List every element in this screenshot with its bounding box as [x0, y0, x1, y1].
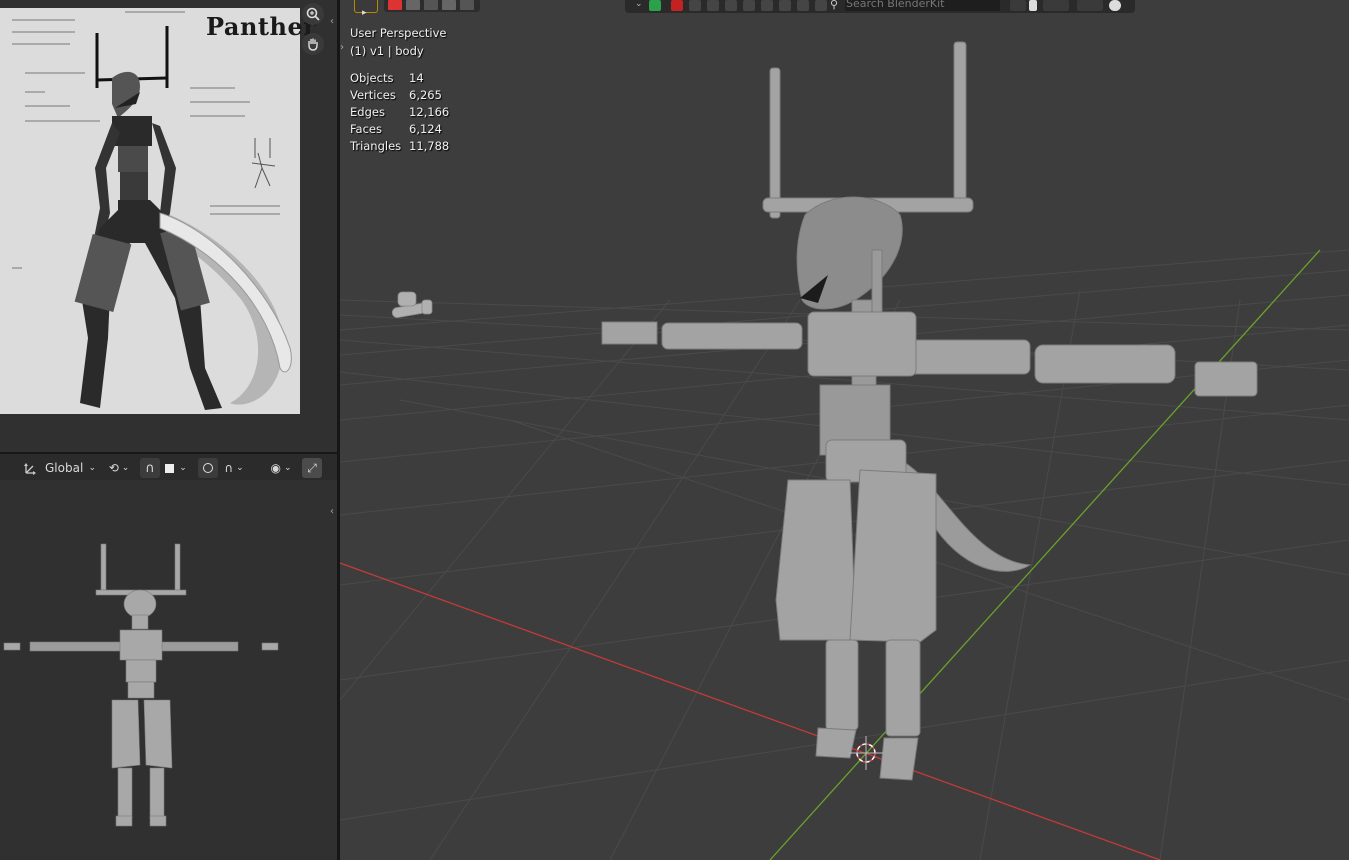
- asset-type-addon-icon[interactable]: [815, 0, 827, 11]
- stats-row-triangles: Triangles 11,788: [350, 139, 450, 153]
- asset-type-model-icon[interactable]: [671, 0, 683, 11]
- bookmark-icon[interactable]: [1029, 0, 1037, 11]
- select-tool-button[interactable]: ▸: [354, 0, 378, 18]
- toolbar-expand-icon[interactable]: ›: [340, 42, 344, 53]
- chevron-down-icon: ⌄: [88, 463, 96, 473]
- main-3d-viewport[interactable]: [340, 0, 1349, 860]
- chevron-down-icon: ⌄: [121, 463, 130, 473]
- magnet-icon: ∩: [145, 460, 155, 476]
- pivot-point-dropdown[interactable]: ⟲ ⌄: [104, 458, 134, 478]
- search-placeholder: Search BlenderKit: [846, 0, 945, 10]
- visibility-dropdown[interactable]: ◉ ⌄: [266, 458, 296, 478]
- viewport-scene: [340, 41, 1349, 860]
- asset-type-printable-icon[interactable]: [779, 0, 791, 11]
- mini-viewport[interactable]: ‹: [0, 480, 337, 860]
- falloff-curve-icon: ∩: [224, 461, 234, 475]
- snap-toggle-button[interactable]: ∩: [140, 458, 160, 478]
- select-new-icon[interactable]: [388, 0, 402, 10]
- view-name: User Perspective: [350, 26, 447, 40]
- reference-sketch: [12, 11, 292, 410]
- sidebar-toggle-icon[interactable]: ‹: [328, 14, 336, 30]
- select-invert-icon[interactable]: [442, 0, 456, 10]
- filter-funnel-dropdown[interactable]: [1077, 0, 1103, 11]
- reference-title: Panther: [206, 12, 317, 41]
- gizmo-toggle-button[interactable]: ⤢: [302, 458, 322, 478]
- asset-type-scene-icon[interactable]: [761, 0, 773, 11]
- transform-orientation-icon: [24, 463, 36, 475]
- snap-target-dropdown[interactable]: ⌄: [162, 458, 190, 478]
- robot-model: [601, 41, 1258, 781]
- reference-image: [0, 8, 300, 414]
- viewport-info-overlay: User Perspective (1) v1 | body Objects 14…: [350, 24, 449, 155]
- chevron-down-icon: ⌄: [236, 463, 244, 473]
- falloff-dropdown[interactable]: ∩ ⌄: [220, 458, 248, 478]
- cursor-arrow-icon: ▸: [362, 8, 367, 18]
- proportional-icon: [203, 463, 213, 473]
- eye-icon: ◉: [270, 461, 281, 475]
- snap-square-icon: [165, 463, 175, 473]
- proportional-edit-button[interactable]: [198, 458, 218, 478]
- gizmo-icon: ⤢: [307, 460, 317, 475]
- select-subtract-icon[interactable]: [424, 0, 438, 10]
- select-extend-icon[interactable]: [406, 0, 420, 10]
- sidebar-toggle-icon[interactable]: ‹: [328, 504, 336, 520]
- stats-row-vertices: Vertices 6,265: [350, 88, 442, 102]
- chevron-down-icon: ⌄: [179, 463, 187, 473]
- asset-type-nodegroup-icon[interactable]: [797, 0, 809, 11]
- verified-shield-icon[interactable]: [1109, 0, 1121, 11]
- orientation-label: Global: [45, 461, 84, 475]
- scene-statistics: Objects 14 Vertices 6,265 Edges 12,166 Face…: [350, 70, 449, 155]
- view-mode-dropdown[interactable]: [1043, 0, 1069, 11]
- pivot-icon: ⟲: [108, 461, 119, 475]
- stray-object: [391, 291, 433, 319]
- stats-row-objects: Objects 14: [350, 71, 424, 85]
- stats-row-faces: Faces 6,124: [350, 122, 442, 136]
- image-editor-panel[interactable]: Panther ‹: [0, 0, 337, 452]
- chevron-down-icon: ⌄: [283, 463, 292, 473]
- orientation-dropdown[interactable]: Global ⌄: [22, 458, 98, 478]
- zoom-icon[interactable]: [302, 3, 324, 25]
- x-axis-line: [340, 562, 1161, 860]
- search-filter-dropdown[interactable]: [1010, 0, 1026, 11]
- asset-type-brush-icon[interactable]: [707, 0, 719, 11]
- stats-row-edges: Edges 12,166: [350, 105, 450, 119]
- mini-model-front-view: [3, 543, 279, 827]
- hand-pan-icon[interactable]: [302, 33, 324, 55]
- selection-mode-group: [384, 0, 480, 12]
- asset-type-world-icon[interactable]: [725, 0, 737, 11]
- asset-type-material-icon[interactable]: [689, 0, 701, 11]
- search-icon: ⚲: [830, 0, 839, 11]
- chevron-down-icon[interactable]: ⌄: [635, 0, 647, 11]
- select-intersect-icon[interactable]: [460, 0, 474, 10]
- blenderkit-logo-icon[interactable]: [649, 0, 661, 11]
- mini-viewport-header: Global ⌄ ⟲ ⌄ ∩ ⌄ ∩ ⌄ ◉ ⌄ ⤢: [0, 452, 337, 482]
- asset-type-hdr-icon[interactable]: [743, 0, 755, 11]
- active-object-line: (1) v1 | body: [350, 44, 424, 58]
